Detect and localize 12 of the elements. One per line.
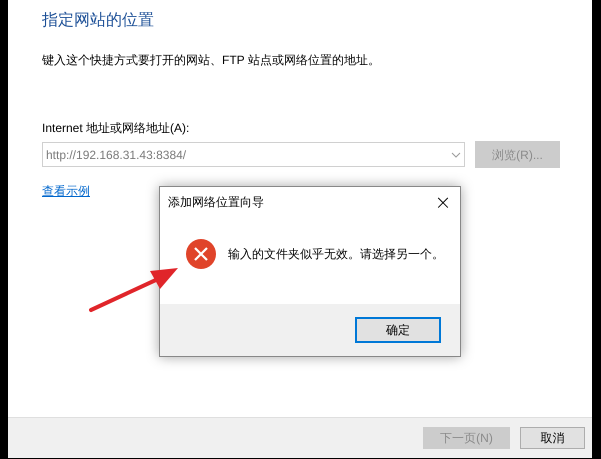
description-text: 键入这个快捷方式要打开的网站、FTP 站点或网络位置的地址。: [42, 52, 380, 69]
page-heading: 指定网站的位置: [42, 10, 154, 31]
example-link[interactable]: 查看示例: [42, 182, 90, 200]
address-label: Internet 地址或网络地址(A):: [42, 120, 190, 137]
close-button[interactable]: ×: [432, 192, 454, 212]
error-icon: [186, 238, 216, 268]
ok-button[interactable]: 确定: [355, 317, 441, 343]
address-value: http://192.168.31.43:8384/: [46, 146, 186, 164]
footer-button[interactable]: 取消: [520, 427, 585, 449]
dialog-title: 添加网络位置向导: [168, 194, 264, 211]
error-message: 输入的文件夹似乎无效。请选择另一个。: [228, 246, 444, 262]
chevron-down-icon: [451, 152, 461, 158]
